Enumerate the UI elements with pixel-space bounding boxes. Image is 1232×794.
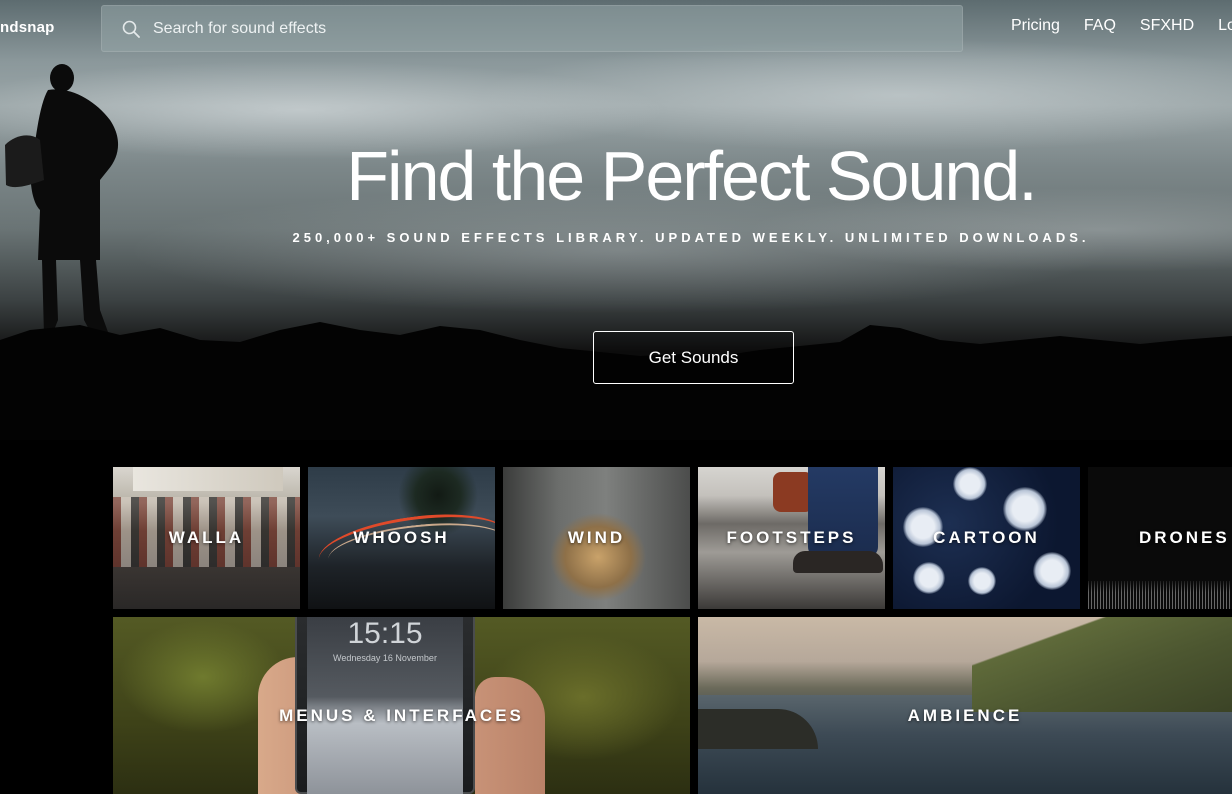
- tile-image-cloud-puff: [953, 467, 987, 501]
- search-input[interactable]: [153, 6, 943, 51]
- category-label: DRONES: [1139, 528, 1230, 547]
- search-bar[interactable]: [101, 5, 963, 52]
- tile-image-cloud-puff: [968, 567, 996, 595]
- phone-date: Wednesday 16 November: [333, 653, 437, 663]
- category-label: WHOOSH: [353, 528, 450, 547]
- tile-image-bag: [773, 472, 813, 512]
- category-tile-cartoon[interactable]: CARTOON: [893, 467, 1080, 609]
- category-tile-ambience[interactable]: AMBIENCE: [698, 617, 1232, 794]
- tile-image-hill: [972, 617, 1232, 712]
- phone-clock: 15:15: [347, 617, 423, 650]
- category-label: FOOTSTEPS: [726, 528, 857, 547]
- search-icon: [122, 20, 140, 38]
- tile-image-cloud-puff: [1003, 487, 1047, 531]
- category-tile-footsteps[interactable]: FOOTSTEPS: [698, 467, 885, 609]
- nav-login[interactable]: Lo: [1218, 17, 1232, 35]
- nav-sfxhd[interactable]: SFXHD: [1140, 17, 1194, 35]
- category-tile-wind[interactable]: WIND: [503, 467, 690, 609]
- tile-image-cafe: [133, 467, 283, 491]
- category-label: WALLA: [168, 528, 245, 547]
- nav-faq[interactable]: FAQ: [1084, 17, 1116, 35]
- category-tile-menus-interfaces[interactable]: 15:15 Wednesday 16 November MENUS & INTE…: [113, 617, 690, 794]
- top-nav: Pricing FAQ SFXHD Lo: [1011, 17, 1232, 35]
- category-tile-drones[interactable]: DRONES: [1088, 467, 1232, 609]
- tile-image-cloud-puff: [913, 562, 945, 594]
- tile-image-waveform: [1088, 581, 1232, 609]
- category-label: MENUS & INTERFACES: [279, 706, 524, 725]
- logo[interactable]: ndsnap: [0, 19, 55, 36]
- category-tile-whoosh[interactable]: WHOOSH: [308, 467, 495, 609]
- category-label: CARTOON: [933, 528, 1040, 547]
- category-tile-walla[interactable]: WALLA: [113, 467, 300, 609]
- tile-image-hand-right: [475, 677, 545, 794]
- nav-pricing[interactable]: Pricing: [1011, 17, 1060, 35]
- tile-image-shoe: [793, 551, 883, 573]
- tile-image-cloud-puff: [1033, 552, 1071, 590]
- hero-subline: 250,000+ SOUND EFFECTS LIBRARY. UPDATED …: [292, 230, 1090, 245]
- get-sounds-button[interactable]: Get Sounds: [593, 331, 794, 384]
- hero-headline: Find the Perfect Sound.: [346, 137, 1037, 215]
- category-label: WIND: [567, 528, 626, 547]
- category-label: AMBIENCE: [907, 706, 1023, 725]
